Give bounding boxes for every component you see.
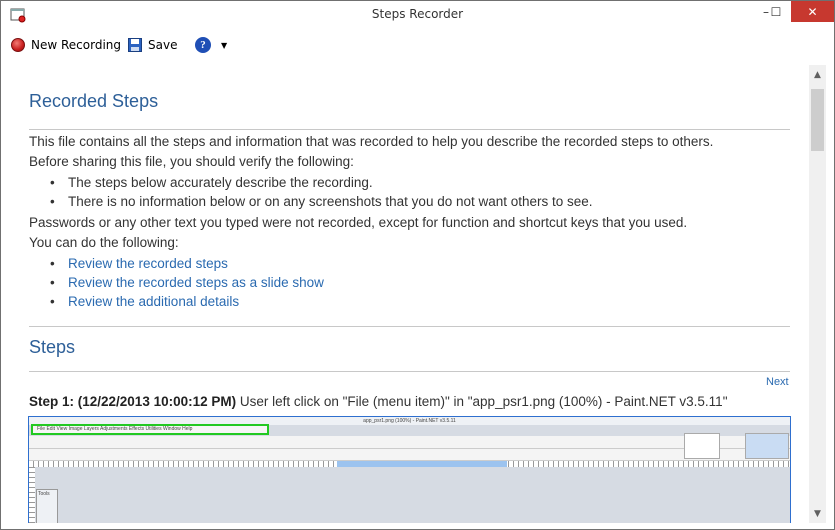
screenshot-vertical-ruler <box>29 467 35 523</box>
next-link[interactable]: Next <box>766 376 789 388</box>
review-steps-link-item[interactable]: Review the recorded steps <box>50 256 228 271</box>
screenshot-palette <box>684 433 720 459</box>
recorded-steps-heading: Recorded Steps <box>29 91 159 111</box>
slide-show-link[interactable]: Review the recorded steps as a slide sho… <box>68 275 324 290</box>
save-label: Save <box>148 38 178 52</box>
slide-show-link-item[interactable]: Review the recorded steps as a slide sho… <box>50 275 324 290</box>
new-recording-label: New Recording <box>31 38 122 52</box>
record-icon <box>11 38 25 52</box>
verify-item-text: There is no information below or on any … <box>68 194 593 209</box>
new-recording-button[interactable]: New Recording <box>11 36 121 54</box>
steps-heading: Steps <box>29 337 76 357</box>
chevron-down-icon[interactable]: ▼ <box>221 41 227 50</box>
step-1-text: User left click on "File (menu item)" in… <box>236 394 728 409</box>
screenshot-tools-panel: Tools <box>36 489 58 523</box>
verify-intro-text: Before sharing this file, you should ver… <box>29 154 354 169</box>
divider <box>29 326 790 327</box>
scroll-up-icon[interactable]: ▲ <box>809 67 826 84</box>
step-1-screenshot[interactable]: app_psr1.png (100%) - Paint.NET v3.5.11 … <box>28 416 791 523</box>
toolbar: New Recording Save ? ▼ <box>1 31 834 59</box>
verify-item-text: The steps below accurately describe the … <box>68 175 373 190</box>
maximize-button[interactable]: ☐ <box>763 2 789 22</box>
verify-item: There is no information below or on any … <box>50 194 593 209</box>
verify-item: The steps below accurately describe the … <box>50 175 373 190</box>
recorded-steps-document: Recorded Steps This file contains all th… <box>11 65 809 523</box>
screenshot-toolbar <box>29 436 790 449</box>
step-1-description: Step 1: (12/22/2013 10:00:12 PM) User le… <box>29 394 727 409</box>
scrollbar-thumb[interactable] <box>811 89 824 151</box>
help-button[interactable]: ? ▼ <box>195 36 227 54</box>
screenshot-toolbar <box>29 449 790 461</box>
save-button[interactable]: Save <box>128 36 177 54</box>
review-steps-link[interactable]: Review the recorded steps <box>68 256 228 271</box>
additional-details-link[interactable]: Review the additional details <box>68 294 239 309</box>
additional-details-link-item[interactable]: Review the additional details <box>50 294 239 309</box>
window-title: Steps Recorder <box>371 7 464 21</box>
title-bar: Steps Recorder – ☐ ✕ <box>1 1 834 29</box>
steps-recorder-window: Steps Recorder – ☐ ✕ New Recording Save … <box>0 0 835 530</box>
vertical-scrollbar[interactable]: ▲ ▼ <box>809 65 826 523</box>
passwords-note: Passwords or any other text you typed we… <box>29 215 688 230</box>
divider <box>29 371 790 372</box>
floppy-disk-icon <box>128 38 142 52</box>
screenshot-ruler-highlight <box>337 461 507 467</box>
screenshot-navigator <box>745 433 789 459</box>
screenshot-highlighted-menu: File Edit View Image Layers Adjustments … <box>31 424 269 435</box>
close-button[interactable]: ✕ <box>791 1 834 22</box>
divider <box>29 129 790 130</box>
scroll-down-icon[interactable]: ▼ <box>809 506 826 523</box>
intro-text: This file contains all the steps and inf… <box>29 134 714 149</box>
help-icon: ? <box>195 37 211 53</box>
can-do-text: You can do the following: <box>29 235 179 250</box>
step-1-label: Step 1: (12/22/2013 10:00:12 PM) <box>29 394 237 409</box>
